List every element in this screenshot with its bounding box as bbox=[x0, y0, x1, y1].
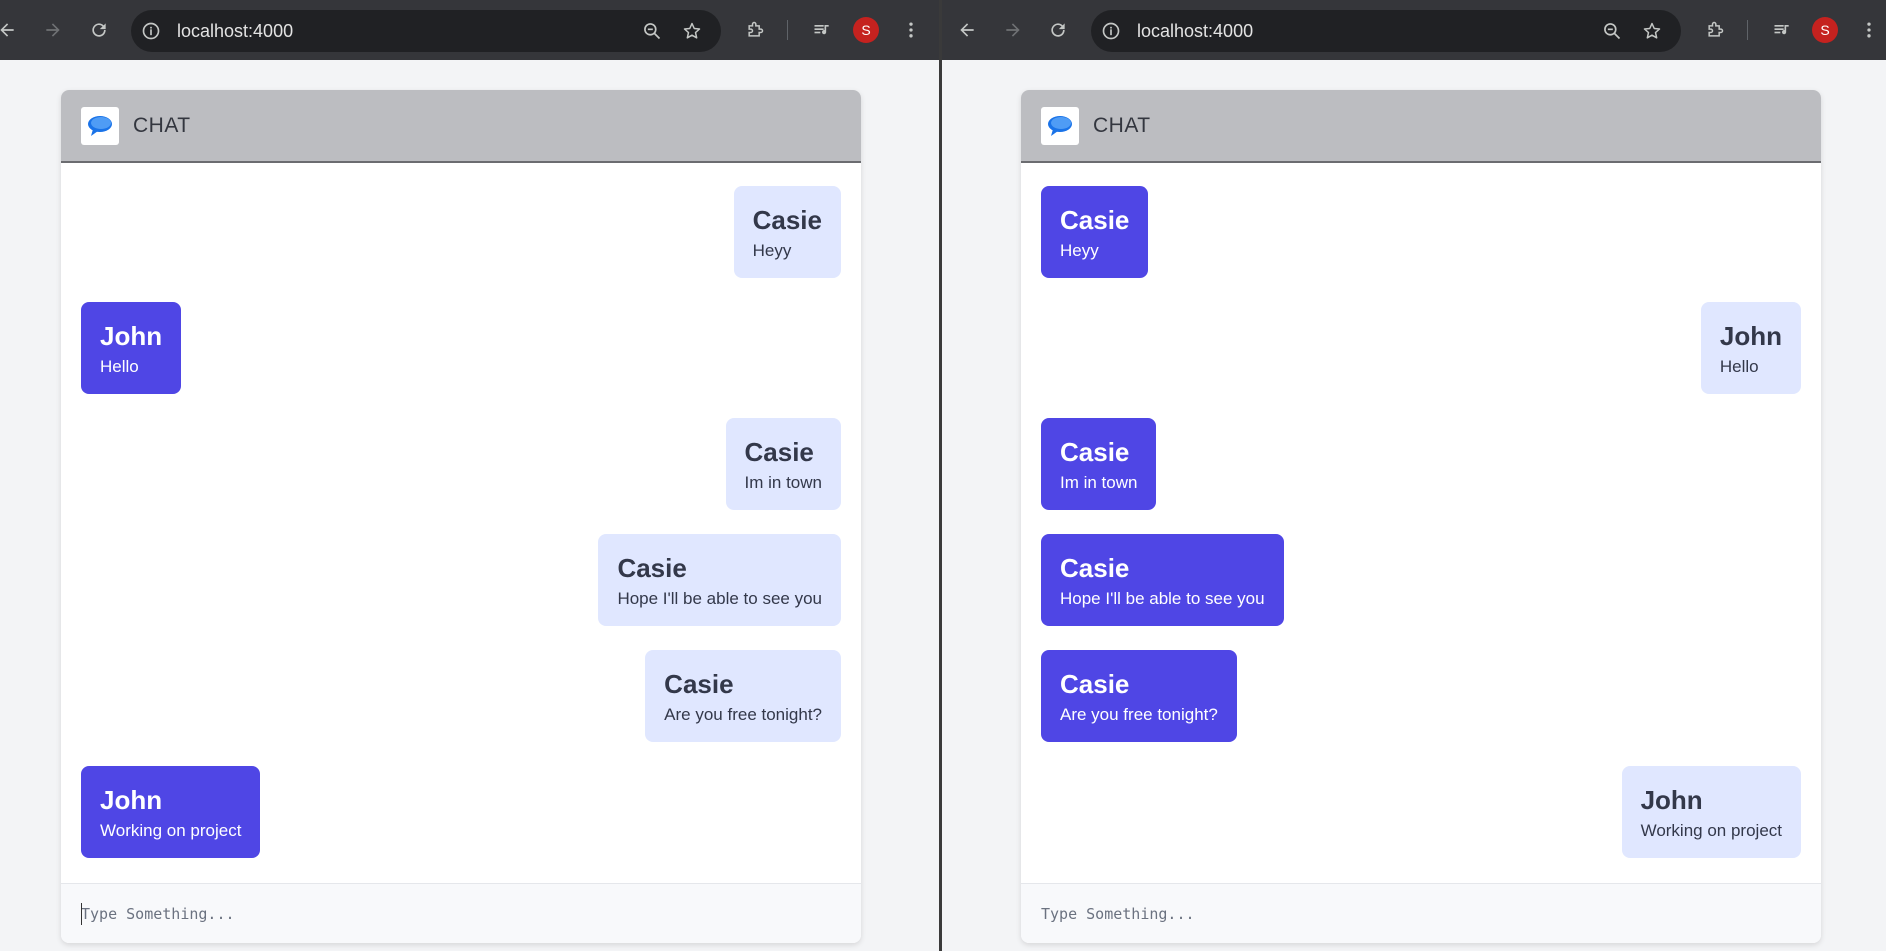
url-text[interactable]: localhost:4000 bbox=[1137, 21, 1253, 41]
zoom-out-icon[interactable] bbox=[642, 21, 662, 41]
message-input-bar bbox=[1021, 883, 1821, 943]
chat-title: CHAT bbox=[133, 114, 191, 137]
message-bubble: Casie Hope I'll be able to see you bbox=[598, 534, 841, 626]
reload-icon[interactable] bbox=[84, 15, 114, 45]
browser-window-left: localhost:4000 S CHAT Casie Heyy John He… bbox=[0, 0, 940, 951]
message-sender: Casie bbox=[1060, 553, 1130, 583]
message-bubble: John Hello bbox=[1700, 302, 1801, 394]
forward-arrow-icon[interactable] bbox=[38, 15, 68, 45]
message-input[interactable] bbox=[81, 901, 821, 927]
info-icon[interactable] bbox=[141, 21, 161, 41]
extensions-icon[interactable] bbox=[740, 15, 770, 45]
message-sender: Casie bbox=[744, 437, 814, 467]
message-input-bar bbox=[61, 883, 861, 943]
message-text: Hello bbox=[100, 357, 139, 376]
chat-header: CHAT bbox=[1021, 90, 1821, 163]
text-caret bbox=[81, 903, 82, 925]
address-bar[interactable]: localhost:4000 bbox=[131, 10, 721, 52]
message-sender: Casie bbox=[617, 553, 687, 583]
info-icon[interactable] bbox=[1101, 21, 1121, 41]
zoom-out-icon[interactable] bbox=[1602, 21, 1622, 41]
toolbar-separator bbox=[1747, 20, 1748, 40]
message-text: Are you free tonight? bbox=[664, 705, 822, 724]
message-bubble: Casie Heyy bbox=[1041, 186, 1149, 278]
message-text: Im in town bbox=[744, 473, 822, 492]
profile-avatar[interactable]: S bbox=[1812, 17, 1838, 43]
browser-toolbar: localhost:4000 S bbox=[0, 0, 940, 60]
message-sender: John bbox=[1640, 785, 1703, 815]
message-bubble: John Hello bbox=[81, 302, 182, 394]
message-text: Hello bbox=[1719, 357, 1759, 376]
chat-bubble-logo-icon bbox=[81, 107, 119, 145]
message-sender: John bbox=[1719, 321, 1782, 351]
message-sender: John bbox=[100, 321, 163, 351]
message-text: Are you free tonight? bbox=[1060, 705, 1218, 724]
message-sender: Casie bbox=[752, 205, 822, 235]
message-bubble: Casie Are you free tonight? bbox=[1041, 650, 1237, 742]
forward-arrow-icon[interactable] bbox=[998, 15, 1028, 45]
message-sender: Casie bbox=[1060, 205, 1130, 235]
message-text: Im in town bbox=[1060, 473, 1138, 492]
message-sender: John bbox=[100, 785, 163, 815]
message-bubble: John Working on project bbox=[1621, 766, 1801, 858]
message-text: Heyy bbox=[1060, 241, 1099, 260]
chat-bubble-logo-icon bbox=[1041, 107, 1079, 145]
chat-window: CHAT Casie Heyy John Hello Casie Im in t… bbox=[61, 90, 861, 943]
browser-toolbar: localhost:4000 S bbox=[942, 0, 1886, 60]
page-content: CHAT Casie Heyy John Hello Casie Im in t… bbox=[942, 60, 1886, 951]
page-content: CHAT Casie Heyy John Hello Casie Im in t… bbox=[0, 60, 940, 951]
more-vert-icon[interactable] bbox=[1854, 15, 1884, 45]
message-bubble: Casie Im in town bbox=[1041, 418, 1157, 510]
chat-header: CHAT bbox=[61, 90, 861, 163]
back-arrow-icon[interactable] bbox=[952, 15, 982, 45]
star-icon[interactable] bbox=[1642, 21, 1662, 41]
more-vert-icon[interactable] bbox=[896, 15, 926, 45]
message-text: Working on project bbox=[1640, 821, 1782, 840]
chat-title: CHAT bbox=[1093, 114, 1151, 137]
message-bubble: Casie Im in town bbox=[725, 418, 841, 510]
toolbar-separator bbox=[787, 20, 788, 40]
message-sender: Casie bbox=[664, 669, 734, 699]
extensions-icon[interactable] bbox=[1700, 15, 1730, 45]
message-bubble: Casie Heyy bbox=[733, 186, 841, 278]
message-bubble: Casie Hope I'll be able to see you bbox=[1041, 534, 1284, 626]
message-text: Working on project bbox=[100, 821, 242, 840]
profile-avatar[interactable]: S bbox=[853, 17, 879, 43]
reload-icon[interactable] bbox=[1043, 15, 1073, 45]
message-text: Hope I'll be able to see you bbox=[617, 589, 822, 608]
message-text: Heyy bbox=[752, 241, 792, 260]
message-bubble: Casie Are you free tonight? bbox=[645, 650, 841, 742]
chat-window: CHAT Casie Heyy John Hello Casie Im in t… bbox=[1021, 90, 1821, 943]
address-bar[interactable]: localhost:4000 bbox=[1091, 10, 1681, 52]
message-text: Hope I'll be able to see you bbox=[1060, 589, 1265, 608]
back-arrow-icon[interactable] bbox=[0, 15, 22, 45]
media-controls-icon[interactable] bbox=[1767, 15, 1797, 45]
media-controls-icon[interactable] bbox=[807, 15, 837, 45]
browser-window-right: localhost:4000 S CHAT Casie Heyy John He… bbox=[942, 0, 1886, 951]
star-icon[interactable] bbox=[682, 21, 702, 41]
message-bubble: John Working on project bbox=[81, 766, 261, 858]
url-text[interactable]: localhost:4000 bbox=[177, 21, 293, 41]
message-input[interactable] bbox=[1041, 901, 1781, 927]
message-sender: Casie bbox=[1060, 669, 1130, 699]
message-sender: Casie bbox=[1060, 437, 1130, 467]
